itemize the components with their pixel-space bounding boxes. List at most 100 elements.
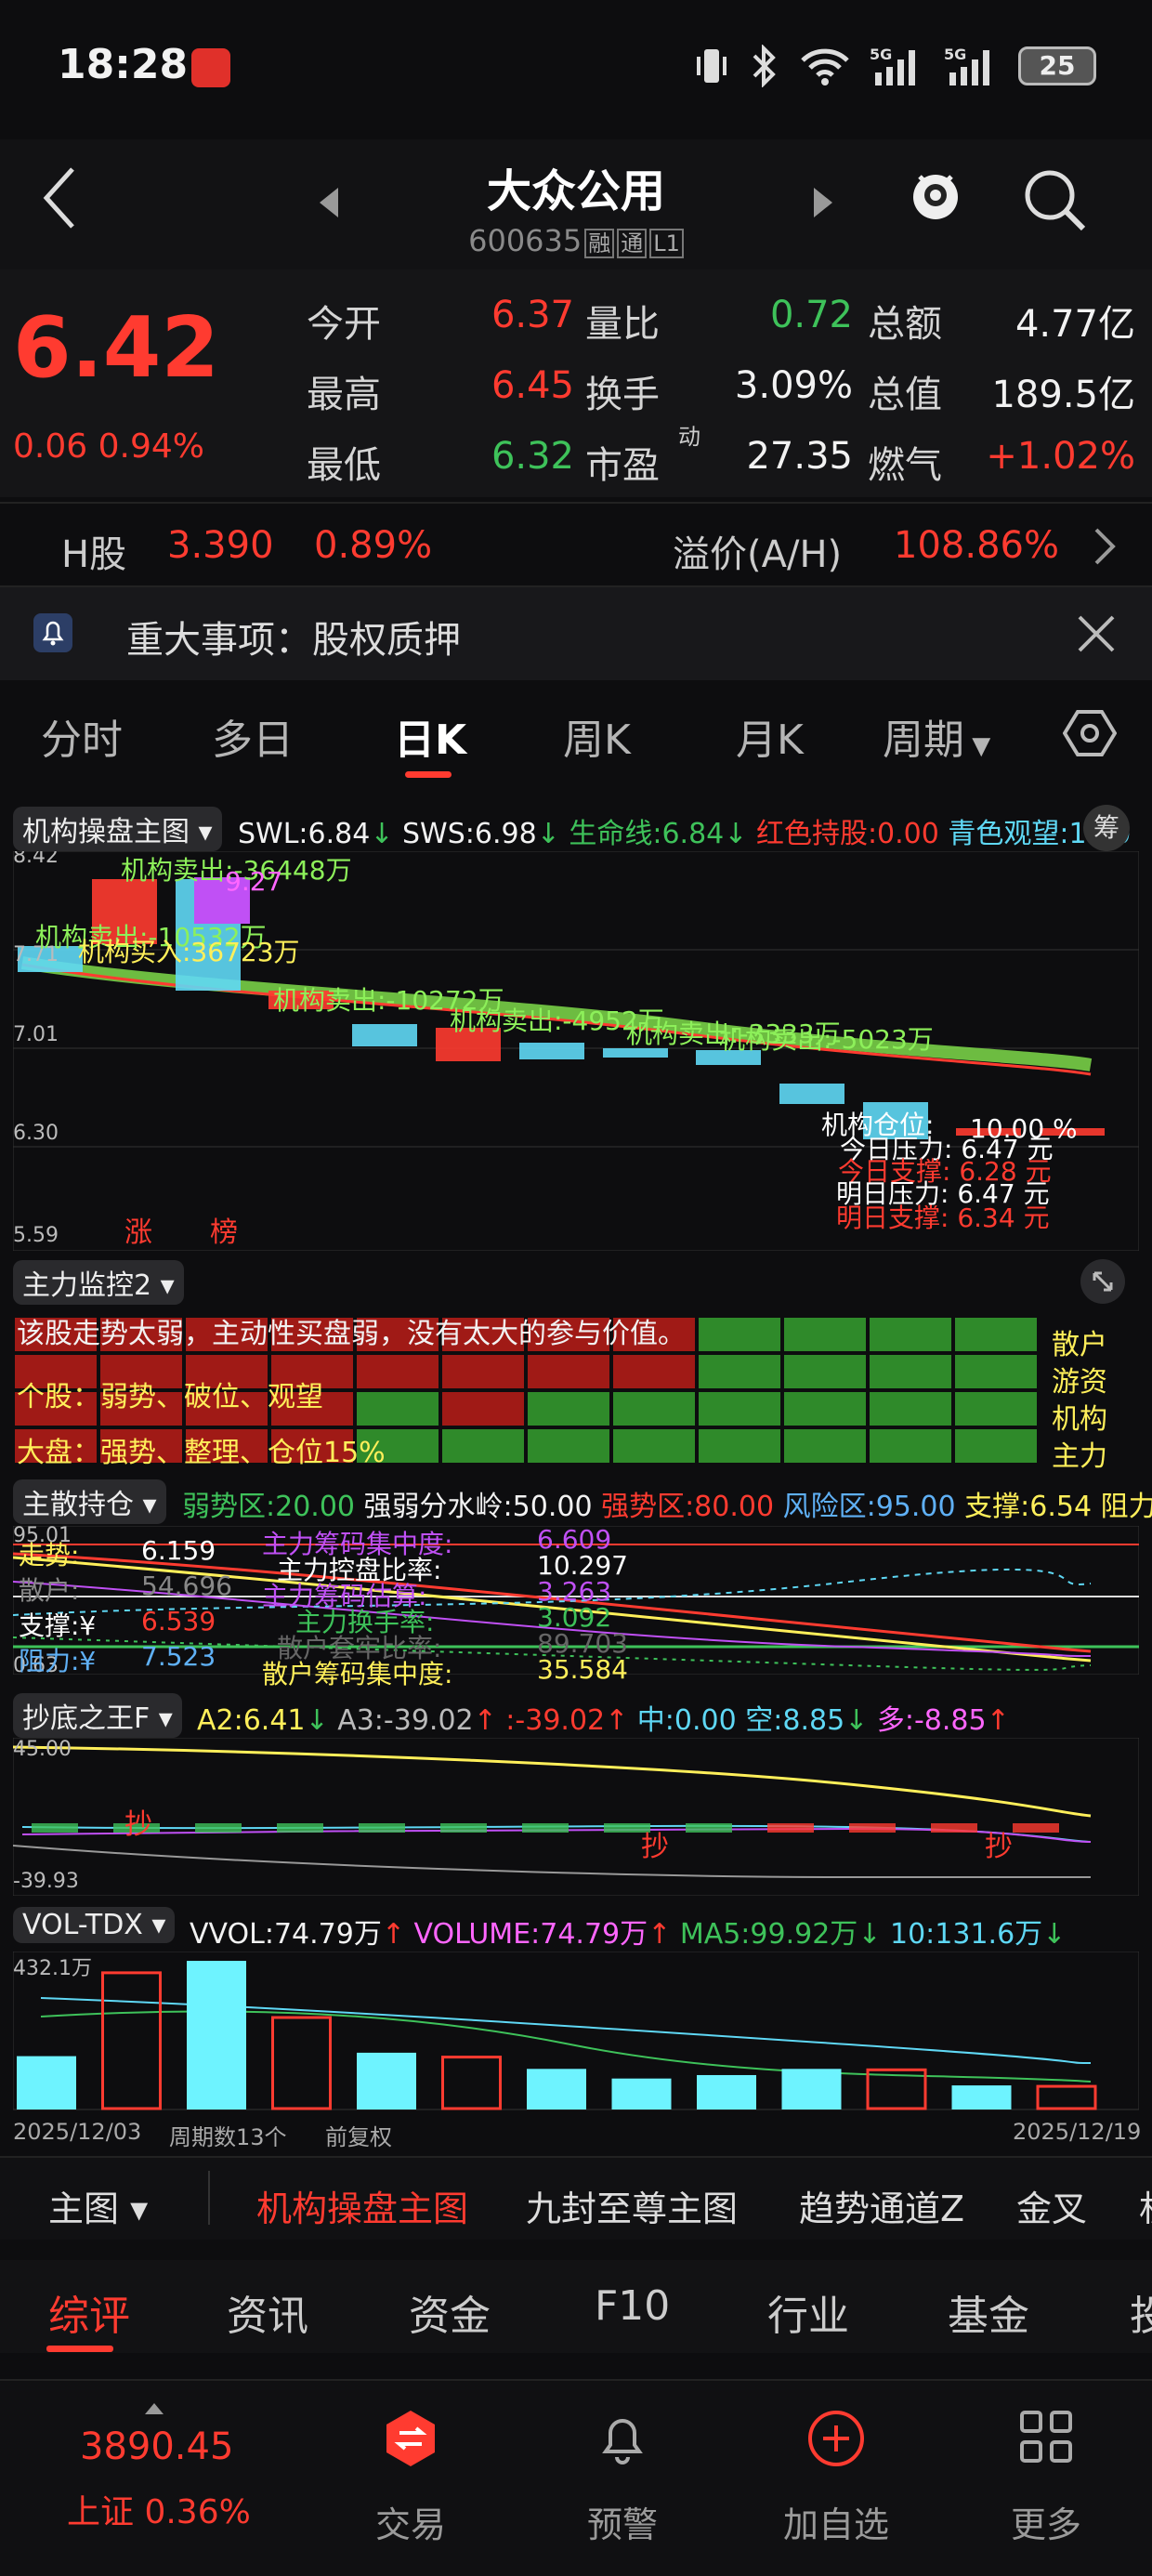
quote-value: 3.09% (734, 364, 853, 407)
volume-indicator-2: VOLUME:74.79万 (404, 1918, 648, 1951)
nav-add-watchlist[interactable]: 加自选 (771, 2496, 901, 2547)
tab-daily-k[interactable]: 日K (394, 706, 466, 766)
quote-value: +1.02% (986, 435, 1135, 478)
monitor-cell (699, 1355, 780, 1388)
tab-monthly-k[interactable]: 月K (736, 706, 804, 766)
volume-bar (101, 1971, 162, 2110)
monitor-cell (870, 1355, 951, 1388)
hold-mid-label: 散户筹码集中度: (262, 1659, 453, 1689)
monitor-cell (442, 1355, 524, 1388)
candle (352, 1024, 417, 1046)
bottom-indicator-5: ↑ (605, 1704, 629, 1737)
quote-label: 总额 (868, 303, 942, 346)
info-tab-underline (46, 2346, 113, 2352)
tab-invest[interactable]: 投 (1130, 2282, 1152, 2342)
signal-bar (767, 1823, 814, 1833)
event-banner[interactable]: 重大事项：股权质押 (0, 587, 1152, 680)
hold-mid-row: 散户筹码集中度: 35.584 (262, 1654, 628, 1691)
tab-intraday[interactable]: 分时 (41, 706, 123, 766)
bottom-indicator-selector[interactable]: 抄底之王F ▾ (13, 1693, 182, 1738)
nav-more[interactable]: 更多 (981, 2496, 1111, 2547)
main-indicator-3: ↓ (536, 818, 560, 850)
wifi-icon (801, 48, 849, 85)
mascot-icon[interactable] (910, 165, 961, 221)
premium-value: 108.86% (894, 524, 1059, 567)
search-icon[interactable] (1022, 167, 1087, 232)
main-chart-dropdown[interactable]: 主图 ▾ (48, 2180, 148, 2231)
hold-left-row: 阻力:¥ 7.523 (19, 1641, 216, 1678)
quote-label: 燃气 (868, 444, 942, 487)
volume-indicator-3: ↑ (648, 1918, 672, 1951)
signal-bar (522, 1823, 569, 1833)
nav-alert[interactable]: 预警 (557, 2496, 687, 2547)
bottom-nav: 3890.45 上证 0.36% 交易 预警 加自选 更多 (0, 2379, 1152, 2576)
hold-selector[interactable]: 主散持仓 ▾ (13, 1479, 166, 1524)
chips-button[interactable]: 筹 (1083, 805, 1130, 851)
tab-news[interactable]: 资讯 (227, 2282, 308, 2342)
main-chart-option-3[interactable]: 趋势通道Z (799, 2180, 964, 2231)
bottom-indicator-3: ↑ (473, 1704, 497, 1737)
volume-bar (951, 2085, 1012, 2109)
monitor-cell (699, 1392, 780, 1426)
main-indicator-selector[interactable]: 机构操盘主图 ▾ (13, 807, 222, 851)
tab-multi-day[interactable]: 多日 (212, 706, 294, 766)
tab-f10[interactable]: F10 (595, 2282, 670, 2330)
hold-left-label: 散户: (19, 1575, 80, 1606)
tag-level: L1 (649, 229, 684, 258)
bottom-indicator-8: ↓ (844, 1704, 869, 1737)
volume-indicator-values: VVOL:74.79万↑ VOLUME:74.79万↑ MA5:99.92万↓ … (190, 1911, 1066, 1952)
monitor-label-retail: 散户 (1052, 1329, 1107, 1361)
kline-chart[interactable]: 8.427.717.016.305.59 机构卖出:-36448万机构卖出:-1… (13, 851, 1139, 1251)
volume-chart (13, 1952, 1139, 2110)
kline-annotation: 9.27 (225, 866, 282, 897)
tag-connect: 通 (617, 229, 648, 258)
quote-label: 最高 (307, 374, 381, 416)
monitor-cell (870, 1392, 951, 1426)
settings-hex-icon[interactable] (1063, 706, 1117, 760)
main-indicator-name: 机构操盘主图 (22, 816, 190, 848)
price-change: 0.06 0.94% (13, 427, 204, 466)
main-chart-option-4[interactable]: 金叉 (1016, 2180, 1087, 2231)
tab-weekly-k[interactable]: 周K (563, 706, 631, 766)
index-label[interactable]: 上证 0.36% (67, 2485, 251, 2533)
h-share-label: H股 (61, 533, 127, 576)
kline-annotation: 机构买入:36723万 (78, 937, 300, 967)
tab-fund[interactable]: 基金 (948, 2282, 1029, 2342)
tab-period[interactable]: 周期 ▼ (883, 706, 990, 766)
main-chart-option-5[interactable]: 机 (1139, 2180, 1152, 2231)
volume-bar (187, 1961, 246, 2109)
tab-industry[interactable]: 行业 (767, 2282, 849, 2342)
bottom-indicator-name: 抄底之王F (22, 1702, 151, 1735)
signal-bar (277, 1823, 323, 1833)
tab-funds[interactable]: 资金 (409, 2282, 491, 2342)
svg-text:5G: 5G (944, 46, 966, 63)
index-value[interactable]: 3890.45 (80, 2425, 233, 2468)
quote-label: 量比 (585, 303, 660, 346)
h-share-row[interactable]: H股 3.390 0.89% 溢价(A/H) 108.86% (0, 502, 1152, 587)
hold-left-value: 54.696 (141, 1571, 232, 1601)
volume-selector[interactable]: VOL-TDX ▾ (13, 1907, 176, 1943)
main-chart-option-1[interactable]: 机构操盘主图 (256, 2180, 468, 2231)
svg-text:5G: 5G (870, 46, 892, 63)
nav-trade[interactable]: 交易 (346, 2496, 476, 2547)
hold-left-value: 7.523 (141, 1641, 216, 1672)
tab-period-label: 周期 (883, 716, 964, 764)
status-bar: 18:28 5G 5G 25 (0, 0, 1152, 139)
volume-bar (527, 2069, 586, 2109)
period-count: 周期数13个 (169, 2124, 287, 2150)
candle (603, 1048, 668, 1058)
quote-label: 总值 (868, 374, 942, 416)
monitor-selector[interactable]: 主力监控2 ▾ (13, 1260, 184, 1305)
next-stock-icon[interactable] (808, 186, 836, 219)
hold-indicator-0: 弱势区:20.00 (182, 1491, 355, 1523)
volume-name: VOL-TDX (22, 1909, 143, 1941)
volume-bar (697, 2074, 756, 2109)
volume-ytick: 432.1万 (13, 1957, 92, 1980)
add-watchlist-icon (808, 2411, 864, 2466)
monitor-cell (955, 1429, 1037, 1463)
expand-icon[interactable] (1080, 1258, 1126, 1305)
tab-overview[interactable]: 综评 (48, 2282, 130, 2342)
close-icon[interactable] (1076, 613, 1117, 654)
volume-bar (271, 2016, 332, 2110)
main-chart-option-2[interactable]: 九封至尊主图 (526, 2180, 738, 2231)
